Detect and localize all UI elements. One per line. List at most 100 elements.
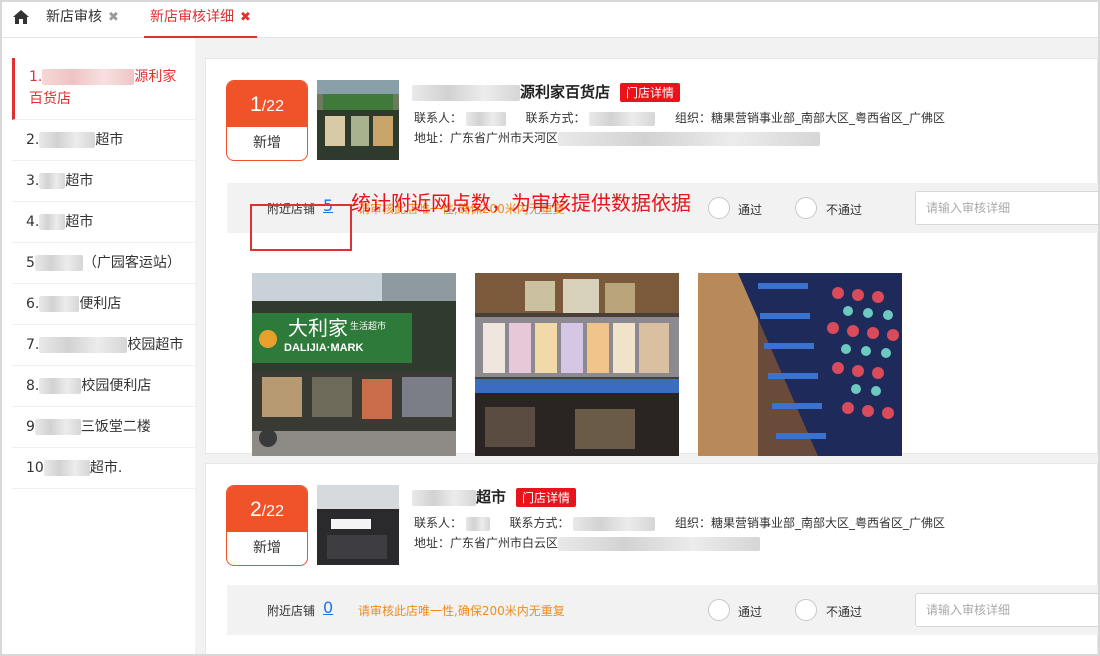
org-value: 糖果营销事业部_南部大区_粤西省区_广佛区 xyxy=(711,516,946,530)
redacted-text xyxy=(34,255,83,271)
home-icon[interactable] xyxy=(12,8,30,26)
tab-label: 新店审核详细 xyxy=(150,9,234,25)
redacted-text xyxy=(573,516,656,531)
sidebar-item-6[interactable]: 6. 便利店 xyxy=(12,284,195,325)
sidebar-item-7[interactable]: 7. 校园超市 xyxy=(12,325,195,366)
redacted-text xyxy=(42,69,135,85)
item-number: 2. xyxy=(26,132,40,148)
sidebar-item-3[interactable]: 3. 超市 xyxy=(12,161,195,202)
store-photo-shelf-2[interactable] xyxy=(698,273,902,456)
redacted-text xyxy=(39,132,96,148)
redacted-text xyxy=(558,131,821,146)
store-card-1: 1/22 新增 源利家百货店 门店详情 联系人： 联系方式： 组织：糖果营销事业… xyxy=(205,58,1098,456)
sign-latin-text: DALIJIA·MARK xyxy=(284,342,363,354)
redacted-text xyxy=(39,378,82,394)
item-label: 超市 xyxy=(95,132,124,148)
item-number: 8. xyxy=(26,378,40,394)
store-photo-shelf-1[interactable] xyxy=(475,273,679,456)
nearby-stores-label: 附近店铺 xyxy=(267,604,316,618)
redacted-text xyxy=(558,536,761,551)
audit-bar: 附近店铺 0 请审核此店唯一性,确保200米内无重复 通过 不通过 xyxy=(227,585,1098,635)
org-label: 组织： xyxy=(675,111,712,125)
item-label: （广园客运站） xyxy=(82,255,181,271)
redacted-text xyxy=(39,173,66,189)
item-label: 超市. xyxy=(89,460,123,476)
redacted-text xyxy=(39,337,128,353)
store-thumbnail[interactable] xyxy=(317,485,399,565)
nearby-highlight-box xyxy=(250,204,352,251)
pass-label: 通过 xyxy=(738,605,763,619)
item-label: 超市 xyxy=(65,173,94,189)
contact-label: 联系人： xyxy=(414,516,463,530)
fail-radio[interactable] xyxy=(795,599,817,621)
store-name: 源利家百货店 门店详情 xyxy=(412,81,681,102)
app-window: 新店审核 ✖ 新店审核详细 ✖ 1. 源利家百货店 2. 超市 3. 超市 4. 超市 5 （… xyxy=(0,0,1100,656)
audit-detail-input[interactable] xyxy=(915,593,1098,627)
redacted-text xyxy=(34,419,81,435)
pass-label: 通过 xyxy=(738,203,763,217)
tab-label: 新店审核 xyxy=(46,9,102,25)
org-value: 糖果营销事业部_南部大区_粤西省区_广佛区 xyxy=(711,111,946,125)
status-label: 新增 xyxy=(253,540,281,556)
sidebar-item-4[interactable]: 4. 超市 xyxy=(12,202,195,243)
sequence-number: 1/22 xyxy=(227,81,307,127)
address-value: 广东省广州市白云区 xyxy=(450,536,559,550)
close-icon[interactable]: ✖ xyxy=(108,10,119,25)
store-contact-row: 联系人： 联系方式： 组织：糖果营销事业部_南部大区_粤西省区_广佛区 xyxy=(414,109,945,126)
sidebar-item-2[interactable]: 2. 超市 xyxy=(12,120,195,161)
address-label: 地址： xyxy=(414,131,451,145)
item-label: 超市 xyxy=(65,214,94,230)
store-card-2: 2/22 新增 超市 门店详情 联系人： 联系方式： 组织：糖果营销事业部_南部… xyxy=(205,463,1098,654)
redacted-text xyxy=(412,489,476,506)
sidebar-item-5[interactable]: 5 （广园客运站） xyxy=(12,243,195,284)
item-number: 5 xyxy=(26,255,35,271)
item-label: 校园超市 xyxy=(127,337,184,353)
tab-new-store-audit-detail[interactable]: 新店审核详细 ✖ xyxy=(144,2,257,38)
sidebar-item-8[interactable]: 8. 校园便利店 xyxy=(12,366,195,407)
store-detail-button[interactable]: 门店详情 xyxy=(516,488,577,507)
item-number: 6. xyxy=(26,296,40,312)
redacted-text xyxy=(412,84,520,101)
sidebar-item-10[interactable]: 10 超市. xyxy=(12,448,195,489)
store-name: 超市 门店详情 xyxy=(412,486,577,507)
audit-content: 1/22 新增 源利家百货店 门店详情 联系人： 联系方式： 组织：糖果营销事业… xyxy=(195,38,1098,654)
redacted-text xyxy=(589,111,656,126)
sign-brand-text: 大利家 xyxy=(288,316,348,340)
redacted-text xyxy=(465,111,506,126)
item-number: 1. xyxy=(29,69,43,85)
item-number: 3. xyxy=(26,173,40,189)
address-label: 地址： xyxy=(414,536,451,550)
close-icon[interactable]: ✖ xyxy=(240,10,251,25)
sequence-number: 2/22 xyxy=(227,486,307,532)
pass-radio[interactable] xyxy=(708,197,730,219)
fail-radio[interactable] xyxy=(795,197,817,219)
store-address-row: 地址：广东省广州市天河区 xyxy=(414,129,821,146)
annotation-text: 统计附近网点数，为审核提供数据依据 xyxy=(351,191,691,215)
nearby-stores-count[interactable]: 0 xyxy=(323,598,333,617)
fail-label: 不通过 xyxy=(826,203,863,217)
uniqueness-hint: 请审核此店唯一性,确保200米内无重复 xyxy=(358,604,565,618)
tab-new-store-audit[interactable]: 新店审核 ✖ xyxy=(40,2,125,38)
status-label: 新增 xyxy=(253,135,281,151)
item-label: 校园便利店 xyxy=(81,378,152,394)
store-thumbnail[interactable] xyxy=(317,80,399,160)
sidebar-item-1[interactable]: 1. 源利家百货店 xyxy=(12,58,195,120)
pass-radio[interactable] xyxy=(708,599,730,621)
org-label: 组织： xyxy=(675,516,712,530)
item-label: 三饭堂二楼 xyxy=(80,419,151,435)
redacted-text xyxy=(43,460,90,476)
audit-detail-input[interactable] xyxy=(915,191,1098,225)
redacted-text xyxy=(465,516,490,531)
contact-label: 联系人： xyxy=(414,111,463,125)
sidebar-item-9[interactable]: 9 三饭堂二楼 xyxy=(12,407,195,448)
store-photo-facade[interactable]: 大利家 生活超市 DALIJIA·MARK xyxy=(252,273,456,456)
store-list-sidebar: 1. 源利家百货店 2. 超市 3. 超市 4. 超市 5 （广园客运站） 6. 便利店 7… xyxy=(12,58,195,654)
store-detail-button[interactable]: 门店详情 xyxy=(620,83,681,102)
item-number: 7. xyxy=(26,337,40,353)
item-label: 便利店 xyxy=(79,296,122,312)
item-number: 9 xyxy=(26,419,35,435)
item-number: 10 xyxy=(26,460,44,476)
sequence-badge: 1/22 新增 xyxy=(226,80,308,161)
item-number: 4. xyxy=(26,214,40,230)
redacted-text xyxy=(39,214,66,230)
